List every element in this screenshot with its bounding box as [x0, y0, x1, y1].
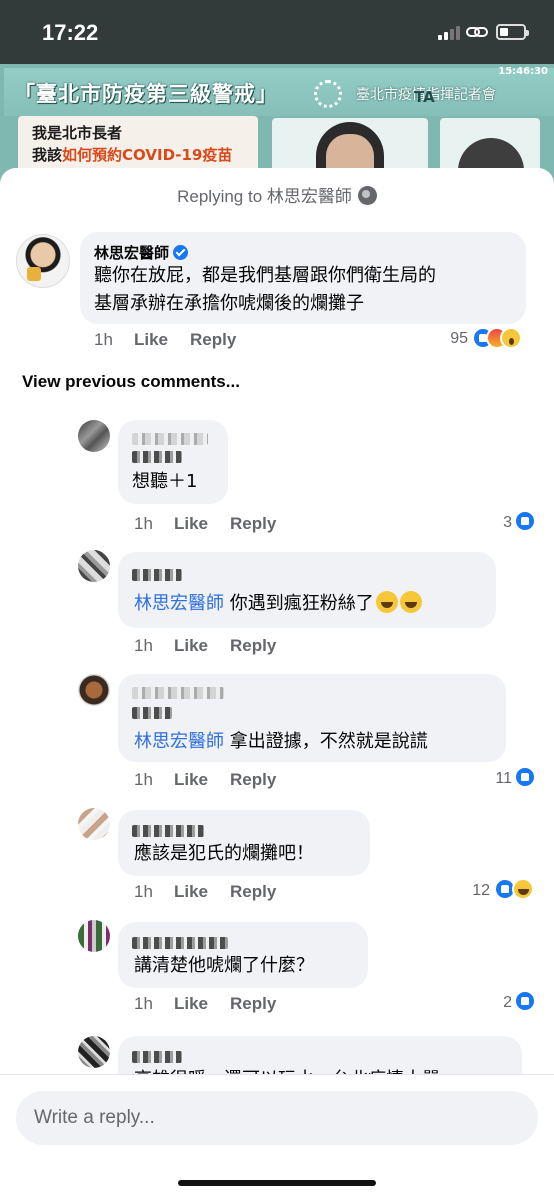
replying-label: Replying to 林思宏醫師 [177, 187, 352, 206]
like-button[interactable]: Like [174, 994, 208, 1014]
video-caption-card: 我是北市長者 我該如何預約COVID-19疫苗 [18, 116, 258, 176]
haha-reaction-icon[interactable] [512, 878, 534, 900]
reaction-count[interactable]: 95 [430, 330, 468, 348]
avatar[interactable] [78, 420, 110, 452]
view-previous-comments[interactable]: View previous comments... [22, 372, 240, 392]
commenter-name-blurred[interactable] [132, 934, 228, 953]
commenter-name-blurred[interactable] [132, 822, 204, 841]
reaction-count[interactable]: 12 [452, 882, 490, 900]
replies-sheet[interactable]: Replying to 林思宏醫師 林思宏醫師 聽你在放屁，都是我們基層跟你們衛… [0, 168, 554, 1200]
reply-button[interactable]: Reply [230, 882, 276, 902]
verified-icon [173, 245, 189, 260]
caption-line1: 我是北市長者 [32, 124, 123, 142]
comment-text-line1: 聽你在放屁，都是我們基層跟你們衛生局的 [94, 265, 436, 286]
reaction-count[interactable]: 2 [476, 994, 512, 1012]
commenter-name-blurred[interactable] [132, 566, 182, 585]
reply-input[interactable] [16, 1091, 538, 1145]
like-reaction-icon[interactable] [514, 990, 536, 1012]
reply-text: 應該是犯氏的爛攤吧！ [134, 843, 314, 864]
link-icon [466, 27, 488, 37]
avatar[interactable] [16, 234, 70, 288]
reply-text: 林思宏醫師 拿出證據，不然就是說謊 [134, 728, 428, 756]
reaction-count[interactable]: 3 [476, 514, 512, 532]
comment-time: 1h [94, 330, 113, 349]
reply-bubble[interactable]: 林思宏醫師 拿出證據，不然就是說謊 [118, 674, 506, 762]
like-button[interactable]: Like [134, 330, 168, 350]
status-time: 17:22 [42, 20, 99, 45]
like-button[interactable]: Like [174, 882, 208, 902]
reply-text: 林思宏醫師 你遇到瘋狂粉絲了 [134, 590, 422, 618]
commenter-name-blurred [132, 704, 172, 723]
avatar[interactable] [78, 550, 110, 582]
mention-link[interactable]: 林思宏醫師 [134, 593, 224, 614]
reply-text-body: 拿出證據，不然就是說謊 [224, 731, 428, 752]
avatar[interactable] [78, 674, 110, 706]
avatar[interactable] [78, 1036, 110, 1068]
reply-bubble[interactable]: 講清楚他唬爛了什麼？ [118, 922, 368, 988]
like-button[interactable]: Like [174, 770, 208, 790]
reply-button[interactable]: Reply [230, 636, 276, 656]
replying-header: Replying to 林思宏醫師 [0, 182, 554, 207]
commenter-name-blurred[interactable] [132, 430, 208, 449]
wow-reaction-icon[interactable] [500, 327, 522, 349]
comment-text: 聽你在放屁，都是我們基層跟你們衛生局的 基層承辦在承擔你唬爛後的爛攤子 [94, 262, 436, 318]
reaction-count[interactable]: 11 [476, 770, 512, 788]
reply-bubble[interactable]: 應該是犯氏的爛攤吧！ [118, 810, 370, 876]
reply-time: 1h [134, 770, 153, 789]
reply-text-body: 你遇到瘋狂粉絲了 [224, 593, 374, 614]
virus-icon [314, 80, 342, 108]
reply-text: 想聽＋1 [132, 471, 198, 492]
like-button[interactable]: Like [174, 514, 208, 534]
reply-text: 講清楚他唬爛了什麼？ [134, 955, 314, 976]
caption-line2: 我該如何預約COVID-19疫苗 [32, 144, 232, 165]
grinning-squint-emoji-icon [399, 591, 422, 613]
reply-button[interactable]: Reply [230, 994, 276, 1014]
commenter-name-blurred[interactable] [132, 1048, 182, 1067]
reply-button[interactable]: Reply [230, 770, 276, 790]
comment-text-line2: 基層承辦在承擔你唬爛後的爛攤子 [94, 293, 364, 314]
like-reaction-icon[interactable] [514, 766, 536, 788]
author-name[interactable]: 林思宏醫師 [94, 245, 169, 262]
reply-time: 1h [134, 514, 153, 533]
reply-bubble[interactable]: 想聽＋1 [118, 420, 228, 504]
like-button[interactable]: Like [174, 636, 208, 656]
globe-icon [357, 186, 377, 205]
caption-line2-b: 如何預約COVID-19疫苗 [62, 146, 233, 164]
status-bar: 17:22 [0, 0, 554, 64]
comment-author[interactable]: 林思宏醫師 [94, 242, 189, 263]
video-tag: TA [414, 88, 435, 106]
mention-link[interactable]: 林思宏醫師 [134, 731, 224, 752]
commenter-name-blurred[interactable] [132, 684, 224, 703]
reply-button[interactable]: Reply [190, 330, 236, 350]
background-video: 「臺北市防疫第三級警戒」 臺北市疫情指揮記者會 15:46:30 TA 我是北市… [0, 64, 554, 184]
avatar[interactable] [78, 920, 110, 952]
reply-time: 1h [134, 994, 153, 1013]
caption-line2-a: 我該 [32, 146, 63, 164]
like-reaction-icon[interactable] [514, 510, 536, 532]
reply-bubble[interactable]: 林思宏醫師 你遇到瘋狂粉絲了 [118, 552, 496, 628]
reply-time: 1h [134, 882, 153, 901]
commenter-name-blurred [132, 448, 182, 467]
reply-time: 1h [134, 636, 153, 655]
video-title: 「臺北市防疫第三級警戒」 [14, 82, 278, 106]
cellular-signal-icon [438, 26, 460, 40]
video-timestamp: 15:46:30 [498, 66, 548, 77]
reply-button[interactable]: Reply [230, 514, 276, 534]
home-indicator[interactable] [178, 1180, 376, 1186]
grinning-squint-emoji-icon [375, 591, 398, 613]
avatar[interactable] [78, 808, 110, 840]
main-comment-bubble[interactable]: 林思宏醫師 聽你在放屁，都是我們基層跟你們衛生局的 基層承辦在承擔你唬爛後的爛攤… [80, 232, 526, 324]
battery-icon [496, 24, 529, 40]
